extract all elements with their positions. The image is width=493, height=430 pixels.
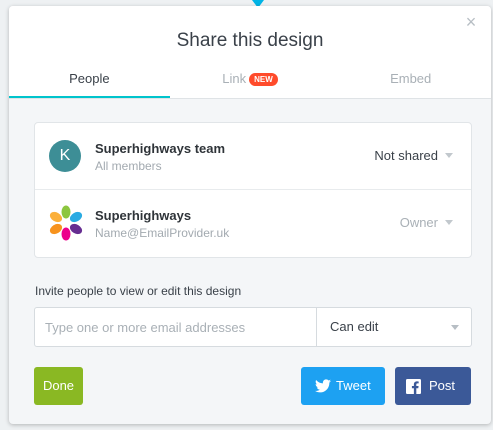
twitter-icon	[315, 379, 331, 393]
team-avatar: K	[49, 140, 81, 172]
permission-label: Can edit	[330, 319, 379, 334]
done-button[interactable]: Done	[34, 367, 83, 405]
member-name: Superhighways team	[95, 141, 226, 156]
tab-people[interactable]: People	[9, 66, 170, 98]
member-row-owner: Superhighways Name@EmailProvider.uk Owne…	[35, 190, 471, 256]
superhighways-logo-icon	[49, 205, 83, 241]
new-badge: NEW	[249, 73, 278, 86]
dialog-header: × Share this design People Link NEW Embed	[9, 6, 491, 99]
member-subtitle: All members	[95, 159, 162, 173]
tab-link[interactable]: Link NEW	[170, 66, 331, 98]
post-label: Post	[429, 378, 456, 393]
invite-label: Invite people to view or edit this desig…	[35, 284, 242, 298]
member-email: Name@EmailProvider.uk	[95, 226, 230, 240]
dialog-title: Share this design	[176, 30, 324, 51]
tweet-button[interactable]: Tweet	[301, 367, 385, 405]
chevron-down-icon	[445, 220, 453, 225]
member-name: Superhighways	[95, 208, 192, 223]
tab-people-label: People	[69, 71, 110, 86]
tab-embed[interactable]: Embed	[330, 66, 491, 98]
email-input[interactable]	[35, 308, 317, 346]
invite-row: Can edit	[34, 307, 472, 347]
role-label: Not shared	[374, 148, 438, 163]
permission-select[interactable]: Can edit	[318, 308, 471, 346]
member-list: K Superhighways team All members Not sha…	[34, 122, 472, 258]
share-dialog: × Share this design People Link NEW Embed…	[9, 6, 491, 424]
team-sharing-dropdown[interactable]: Not shared	[374, 148, 453, 163]
chevron-down-icon	[451, 325, 459, 330]
chevron-down-icon	[445, 153, 453, 158]
close-icon[interactable]: ×	[463, 13, 479, 31]
owner-role-dropdown: Owner	[400, 215, 453, 230]
tweet-label: Tweet	[336, 378, 371, 393]
post-button[interactable]: Post	[395, 367, 471, 405]
tab-embed-label: Embed	[390, 71, 432, 86]
member-row-team: K Superhighways team All members Not sha…	[35, 123, 471, 190]
share-tabs: People Link NEW Embed	[9, 66, 491, 98]
role-label: Owner	[399, 215, 438, 230]
tab-link-label: Link	[222, 71, 247, 86]
facebook-icon	[406, 379, 421, 394]
